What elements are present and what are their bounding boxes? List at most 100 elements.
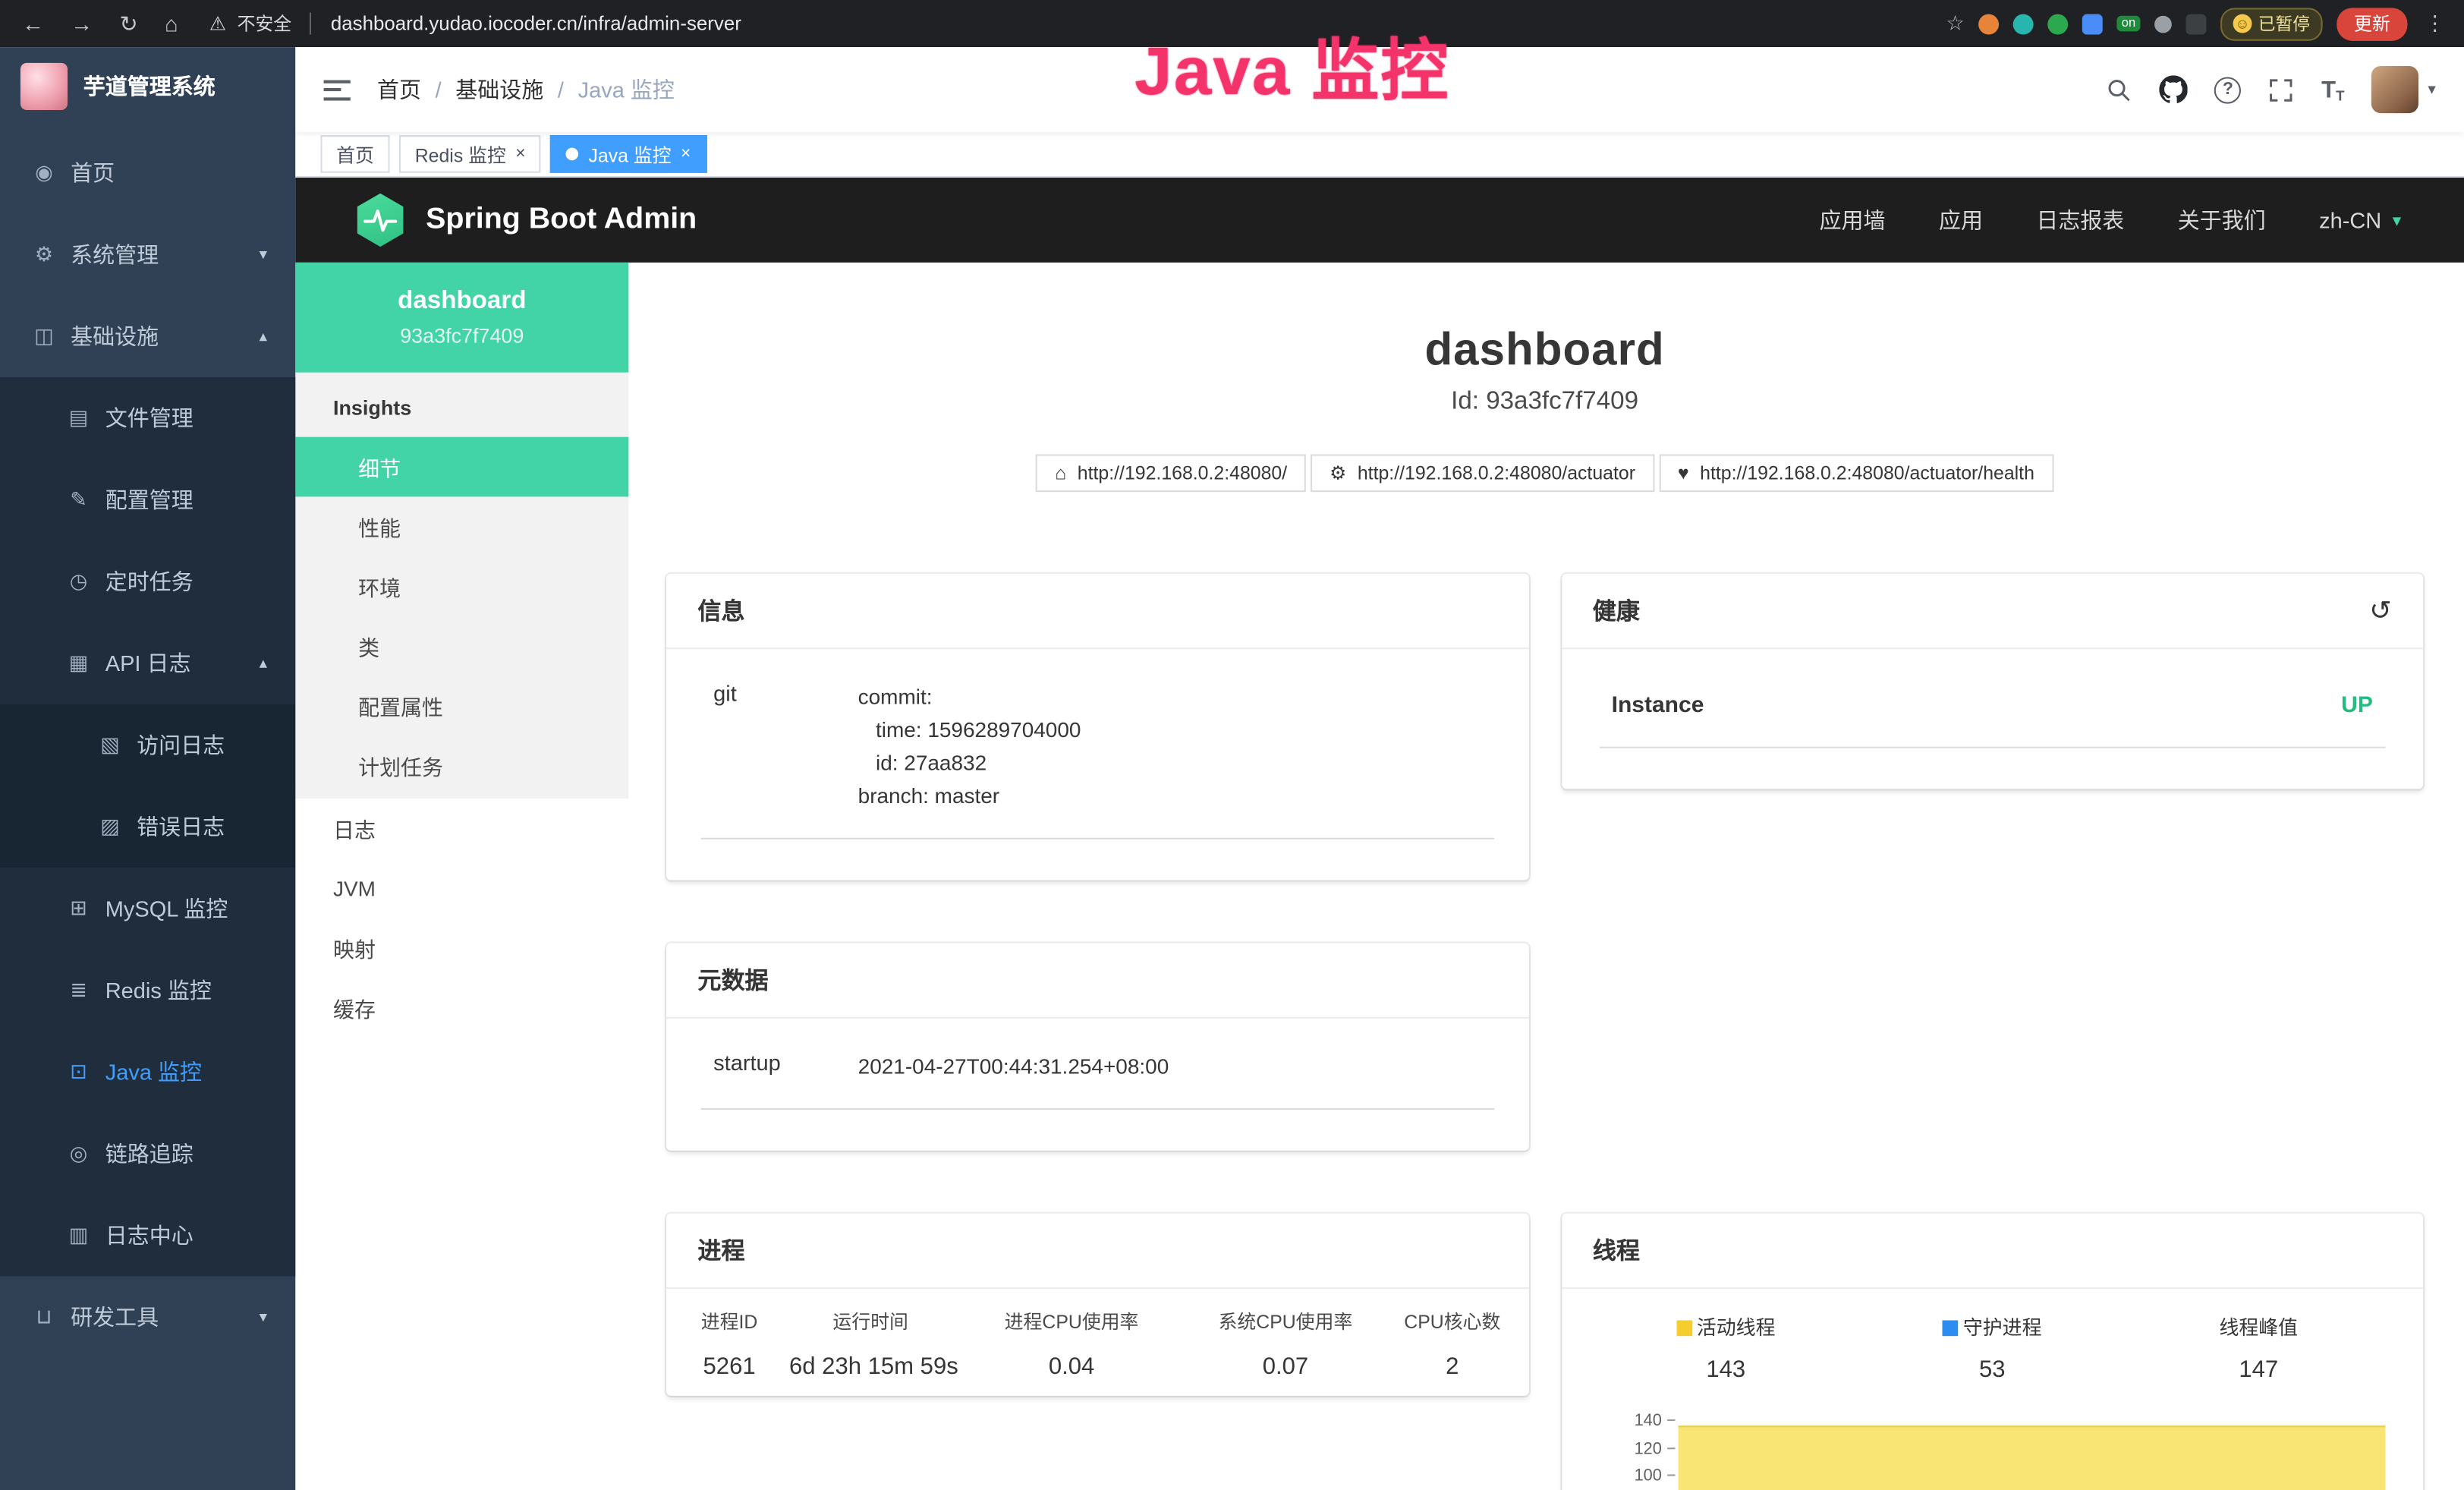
live-threads-area: [1678, 1425, 2386, 1490]
sba-item-caches[interactable]: 缓存: [295, 978, 628, 1038]
security-warning-label[interactable]: 不安全: [238, 11, 291, 36]
breadcrumb-current: Java 监控: [578, 74, 675, 105]
forward-icon[interactable]: →: [71, 11, 93, 36]
fullscreen-icon[interactable]: [2268, 76, 2295, 102]
sidebar-item-infrastructure[interactable]: ◫ 基础设施 ▴: [0, 295, 295, 377]
sidebar-item-access-logs[interactable]: ▧ 访问日志: [0, 704, 295, 786]
sidebar-logo[interactable]: 芋道管理系统: [0, 47, 295, 126]
sba-nav-about[interactable]: 关于我们: [2178, 204, 2266, 235]
sba-nav-journal[interactable]: 日志报表: [2036, 204, 2124, 235]
sidebar-menu: ◉ 首页 ⚙ 系统管理 ▾ ◫ 基础设施 ▴ ▤ 文件管理: [0, 126, 295, 1359]
avatar-caret-icon[interactable]: ▾: [2428, 81, 2435, 99]
back-icon[interactable]: ←: [22, 11, 44, 36]
sidebar-item-error-logs[interactable]: ▨ 错误日志: [0, 786, 295, 868]
sidebar-item-label: 基础设施: [71, 320, 159, 351]
paused-badge[interactable]: ☺ 已暂停: [2220, 7, 2323, 39]
extension-blue-icon[interactable]: [2082, 14, 2103, 34]
row-key: Instance: [1612, 693, 1704, 718]
tab-java-monitor[interactable]: Java 监控 ×: [551, 135, 706, 173]
tab-redis-monitor[interactable]: Redis 监控 ×: [399, 135, 541, 173]
chevron-down-icon: ▾: [260, 246, 267, 263]
reload-icon[interactable]: ↻: [119, 10, 137, 36]
sidebar-item-trace[interactable]: ◎ 链路追踪: [0, 1113, 295, 1195]
sidebar-item-label: 文件管理: [105, 402, 194, 433]
url-text[interactable]: dashboard.yudao.iocoder.cn/infra/admin-s…: [331, 13, 741, 35]
sba-item-beans[interactable]: 类: [295, 616, 628, 676]
browser-menu-icon[interactable]: ⋮: [2422, 11, 2448, 36]
sidebar-item-scheduled-tasks[interactable]: ◷ 定时任务: [0, 540, 295, 622]
search-icon[interactable]: [2106, 76, 2132, 102]
extension-gray-icon[interactable]: [2154, 15, 2172, 33]
daemon-threads-swatch: [1943, 1320, 1959, 1336]
sidebar-item-log-center[interactable]: ▥ 日志中心: [0, 1195, 295, 1277]
legend-label: 守护进程: [1963, 1317, 2042, 1339]
actuator-url-link[interactable]: ⚙ http://192.168.0.2:48080/actuator: [1311, 454, 1654, 492]
address-bar[interactable]: ⚠ 不安全 dashboard.yudao.iocoder.cn/infra/a…: [209, 11, 1946, 36]
github-icon[interactable]: [2160, 75, 2188, 103]
address-divider: [310, 13, 312, 35]
breadcrumb-home[interactable]: 首页: [377, 74, 421, 105]
breadcrumb-infrastructure[interactable]: 基础设施: [455, 74, 543, 105]
tab-close-icon[interactable]: ×: [681, 146, 691, 163]
sidebar-item-dev-tools[interactable]: ⊔ 研发工具 ▾: [0, 1276, 295, 1358]
sidebar-item-mysql-monitor[interactable]: ⊞ MySQL 监控: [0, 868, 295, 950]
security-warning-icon[interactable]: ⚠: [209, 13, 226, 35]
help-icon[interactable]: ?: [2214, 76, 2241, 102]
sba-item-loggers[interactable]: 日志: [295, 799, 628, 858]
cards-grid: 信息 git commit: time: 1596289704000 id: 2…: [666, 574, 2423, 1490]
card-title: 元数据: [697, 963, 768, 996]
home-icon[interactable]: ⌂: [165, 11, 178, 36]
edit-icon: ✎: [66, 487, 91, 512]
tab-home[interactable]: 首页: [320, 135, 389, 173]
sba-locale-select[interactable]: zh-CN ▾: [2319, 207, 2401, 232]
extension-puzzle-icon[interactable]: [2186, 14, 2206, 34]
browser-nav: ← → ↻ ⌂: [16, 10, 178, 36]
breadcrumb-separator: /: [558, 77, 564, 102]
java-monitor-icon: ⊡: [66, 1060, 91, 1085]
update-button[interactable]: 更新: [2337, 7, 2407, 39]
extension-orange-icon[interactable]: [1978, 14, 1999, 34]
history-icon[interactable]: ↺: [2369, 597, 2392, 624]
row-value: 2021-04-27T00:44:31.254+08:00: [858, 1050, 1494, 1082]
sba-nav-applications[interactable]: 应用: [1939, 204, 1983, 235]
sba-brand[interactable]: Spring Boot Admin: [354, 194, 697, 247]
font-size-icon[interactable]: TT: [2321, 76, 2344, 102]
sidebar-item-java-monitor[interactable]: ⊡ Java 监控: [0, 1031, 295, 1113]
sidebar-item-home[interactable]: ◉ 首页: [0, 132, 295, 214]
sba-item-scheduled-tasks[interactable]: 计划任务: [295, 736, 628, 795]
chevron-down-icon: ▾: [260, 1309, 267, 1326]
sba-item-mappings[interactable]: 映射: [295, 918, 628, 978]
sba-item-configprops[interactable]: 配置属性: [295, 676, 628, 736]
sba-item-environment[interactable]: 环境: [295, 556, 628, 616]
sidebar-item-api-logs[interactable]: ▦ API 日志 ▴: [0, 622, 295, 704]
sidebar-item-label: Redis 监控: [105, 975, 212, 1006]
cell-value: 2: [1380, 1353, 1525, 1380]
row-key: startup: [701, 1050, 858, 1082]
bookmark-star-icon[interactable]: ☆: [1946, 11, 1965, 36]
sba-instance-header[interactable]: dashboard 93a3fc7f7409: [295, 263, 628, 373]
tab-close-icon[interactable]: ×: [515, 146, 525, 163]
hamburger-icon[interactable]: [324, 80, 351, 100]
sba-logo-icon: [354, 194, 407, 247]
extension-teal-icon[interactable]: [2013, 14, 2034, 34]
active-tab-dot: [566, 148, 579, 161]
chart-plot-area: [1674, 1412, 2385, 1490]
access-log-icon: ▧: [97, 732, 122, 758]
sidebar-item-file-mgmt[interactable]: ▤ 文件管理: [0, 377, 295, 459]
live-threads-swatch: [1676, 1320, 1692, 1336]
sba-item-metrics[interactable]: 性能: [295, 496, 628, 556]
user-avatar[interactable]: [2371, 66, 2418, 113]
sidebar-item-system-mgmt[interactable]: ⚙ 系统管理 ▾: [0, 214, 295, 296]
sidebar-item-redis-monitor[interactable]: ≣ Redis 监控: [0, 950, 295, 1032]
tab-label: Redis 监控: [415, 140, 506, 167]
table-column: 进程ID 5261: [669, 1308, 789, 1380]
extension-switch-on-badge[interactable]: on: [2117, 16, 2141, 32]
health-url-link[interactable]: ♥ http://192.168.0.2:48080/actuator/heal…: [1659, 454, 2053, 492]
extension-green-icon[interactable]: [2047, 14, 2068, 34]
sba-item-details[interactable]: 细节: [295, 437, 628, 497]
sba-body: dashboard 93a3fc7f7409 Insights 细节 性能 环境…: [295, 263, 2464, 1490]
sba-item-jvm[interactable]: JVM: [295, 858, 628, 918]
sba-nav-wallboard[interactable]: 应用墙: [1820, 204, 1886, 235]
sidebar-item-config-mgmt[interactable]: ✎ 配置管理: [0, 459, 295, 541]
service-url-link[interactable]: ⌂ http://192.168.0.2:48080/: [1036, 454, 1306, 492]
